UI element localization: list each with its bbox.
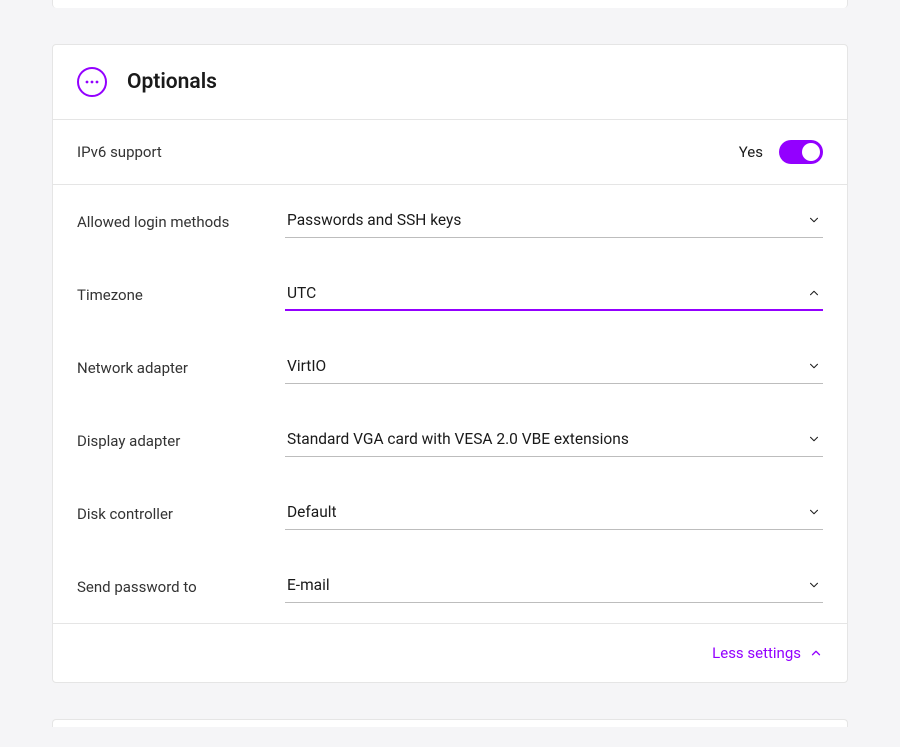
display_adapter-value: Standard VGA card with VESA 2.0 VBE exte…	[287, 430, 629, 448]
disk_controller-label: Disk controller	[77, 505, 285, 523]
previous-card-peek	[52, 0, 848, 8]
login_methods-value: Passwords and SSH keys	[287, 211, 461, 229]
login_methods-select[interactable]: Passwords and SSH keys	[285, 205, 823, 238]
chevron-down-icon	[807, 359, 821, 373]
more-horizontal-icon	[77, 67, 107, 97]
timezone-select[interactable]: UTC	[285, 278, 823, 311]
disk_controller-value: Default	[287, 503, 337, 521]
send_password-label: Send password to	[77, 578, 285, 596]
timezone-row: TimezoneUTC	[53, 258, 847, 331]
ipv6-state-text: Yes	[739, 143, 763, 161]
login_methods-row: Allowed login methodsPasswords and SSH k…	[53, 185, 847, 258]
chevron-down-icon	[807, 505, 821, 519]
disk_controller-select[interactable]: Default	[285, 497, 823, 530]
less-settings-button[interactable]: Less settings	[712, 644, 823, 662]
network_adapter-label: Network adapter	[77, 359, 285, 377]
less-settings-label: Less settings	[712, 644, 801, 662]
section-title: Optionals	[127, 70, 217, 94]
network_adapter-row: Network adapterVirtIO	[53, 331, 847, 404]
network_adapter-select[interactable]: VirtIO	[285, 351, 823, 384]
chevron-down-icon	[807, 213, 821, 227]
ipv6-label: IPv6 support	[77, 143, 285, 161]
timezone-value: UTC	[287, 284, 316, 302]
display_adapter-select[interactable]: Standard VGA card with VESA 2.0 VBE exte…	[285, 424, 823, 457]
section-header: Optionals	[53, 45, 847, 119]
chevron-up-icon	[807, 286, 821, 300]
chevron-up-icon	[809, 646, 823, 660]
display_adapter-row: Display adapterStandard VGA card with VE…	[53, 404, 847, 477]
ipv6-row: IPv6 support Yes	[53, 120, 847, 184]
network_adapter-value: VirtIO	[287, 357, 326, 375]
send_password-value: E-mail	[287, 576, 330, 594]
toggle-knob	[802, 143, 820, 161]
ipv6-toggle[interactable]	[779, 140, 823, 164]
timezone-label: Timezone	[77, 286, 285, 304]
send_password-select[interactable]: E-mail	[285, 570, 823, 603]
card-footer: Less settings	[53, 624, 847, 682]
disk_controller-row: Disk controllerDefault	[53, 477, 847, 550]
login_methods-label: Allowed login methods	[77, 213, 285, 231]
optionals-card: Optionals IPv6 support Yes Allowed login…	[52, 44, 848, 683]
next-card-peek	[52, 719, 848, 727]
send_password-row: Send password toE-mail	[53, 550, 847, 623]
chevron-down-icon	[807, 578, 821, 592]
display_adapter-label: Display adapter	[77, 432, 285, 450]
chevron-down-icon	[807, 432, 821, 446]
